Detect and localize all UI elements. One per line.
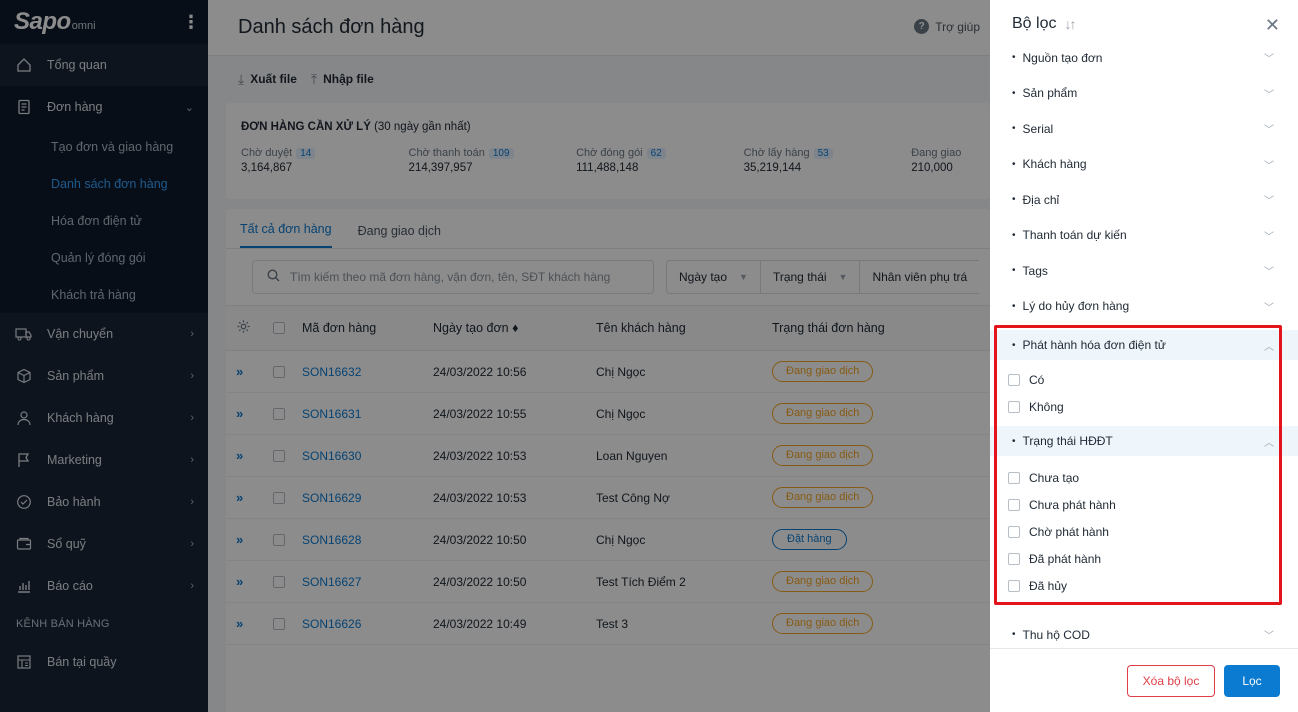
filter-order-source[interactable]: • Nguồn tạo đơn ﹀ <box>990 40 1298 76</box>
checkbox[interactable] <box>1008 525 1020 538</box>
filter-list: • Nguồn tạo đơn ﹀ • Sản phẩm ﹀ • Serial ﹀ • Khá… <box>990 40 1298 653</box>
chevron-down-icon: ﹀ <box>1264 631 1274 643</box>
option-issued[interactable]: Đã phát hành <box>990 545 1298 572</box>
checkbox[interactable] <box>1008 579 1020 592</box>
chevron-up-icon: ︿ <box>1264 437 1274 449</box>
filter-einvoice-status[interactable]: • Trạng thái HĐĐT ︿ <box>990 426 1298 456</box>
option-pending-issue[interactable]: Chờ phát hành <box>990 518 1298 545</box>
filter-panel-footer: Xóa bộ lọc Lọc <box>990 648 1298 712</box>
chevron-down-icon: ﹀ <box>1264 302 1274 314</box>
filter-product[interactable]: • Sản phẩm ﹀ <box>990 76 1298 112</box>
filter-address[interactable]: • Địa chỉ ﹀ <box>990 182 1298 218</box>
option-not-created[interactable]: Chưa tạo <box>990 464 1298 491</box>
filter-tags[interactable]: • Tags ﹀ <box>990 253 1298 289</box>
chevron-down-icon: ﹀ <box>1264 160 1274 172</box>
close-icon[interactable]: ✕ <box>1265 15 1280 36</box>
filter-einvoice-issued[interactable]: • Phát hành hóa đơn điện tử ︿ <box>990 330 1298 360</box>
filter-serial[interactable]: • Serial ﹀ <box>990 111 1298 147</box>
sort-icon[interactable]: ↓↑ <box>1064 16 1076 32</box>
checkbox[interactable] <box>1008 498 1020 511</box>
option-cancelled[interactable]: Đã hủy <box>990 572 1298 599</box>
option-no[interactable]: Không <box>990 393 1298 420</box>
option-not-issued[interactable]: Chưa phát hành <box>990 491 1298 518</box>
filter-customer[interactable]: • Khách hàng ﹀ <box>990 147 1298 183</box>
filter-panel: Bộ lọc ↓↑ ✕ • Nguồn tạo đơn ﹀ • Sản phẩm ﹀ •… <box>990 0 1298 712</box>
modal-backdrop[interactable] <box>0 0 990 712</box>
chevron-down-icon: ﹀ <box>1264 54 1274 66</box>
option-yes[interactable]: Có <box>990 366 1298 393</box>
apply-filter-button[interactable]: Lọc <box>1224 664 1280 697</box>
checkbox[interactable] <box>1008 373 1020 386</box>
clear-filter-button[interactable]: Xóa bộ lọc <box>1127 664 1215 697</box>
filter-expected-payment[interactable]: • Thanh toán dự kiến ﹀ <box>990 218 1298 254</box>
checkbox[interactable] <box>1008 471 1020 484</box>
chevron-down-icon: ﹀ <box>1264 267 1274 279</box>
chevron-down-icon: ﹀ <box>1264 125 1274 137</box>
einvoice-options: Có Không <box>990 360 1298 426</box>
filter-panel-title: Bộ lọc <box>1012 15 1057 32</box>
filter-cancel-reason[interactable]: • Lý do hủy đơn hàng ﹀ <box>990 289 1298 325</box>
chevron-down-icon: ﹀ <box>1264 196 1274 208</box>
checkbox[interactable] <box>1008 552 1020 565</box>
einvoice-status-options: Chưa tạo Chưa phát hành Chờ phát hành Đã… <box>990 456 1298 599</box>
checkbox[interactable] <box>1008 400 1020 413</box>
chevron-down-icon: ﹀ <box>1264 89 1274 101</box>
chevron-up-icon: ︿ <box>1264 341 1274 353</box>
chevron-down-icon: ﹀ <box>1264 231 1274 243</box>
